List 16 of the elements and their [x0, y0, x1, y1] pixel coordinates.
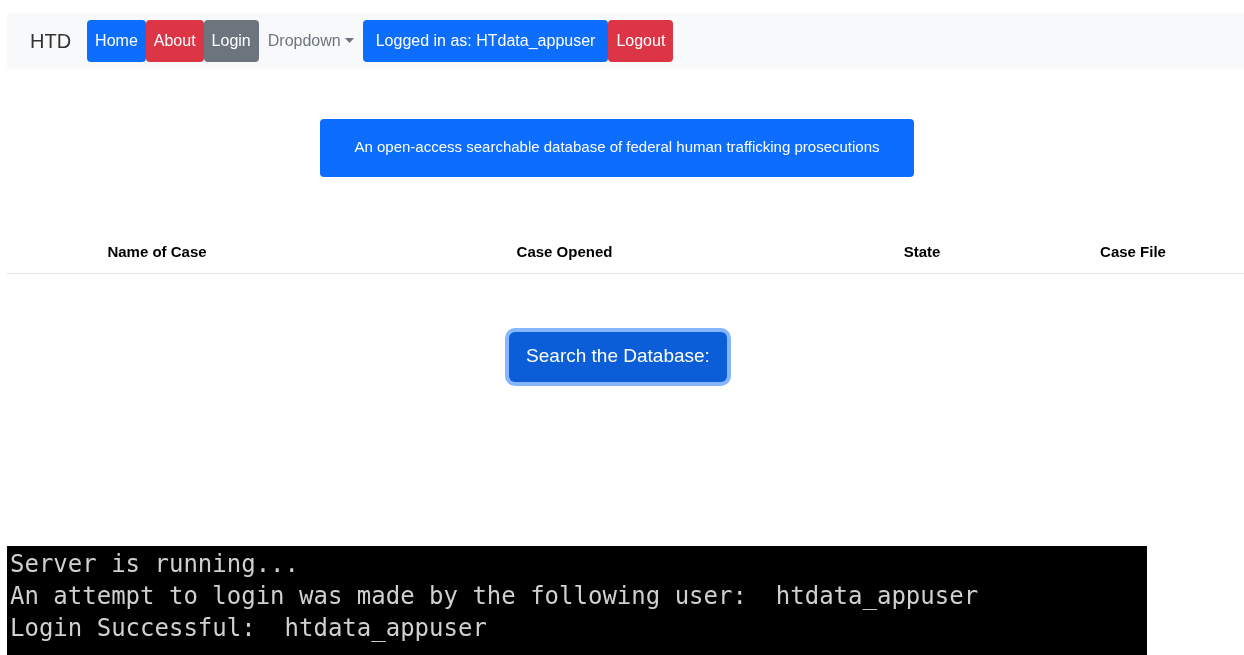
- nav-button[interactable]: Logout: [608, 19, 674, 62]
- dropdown-toggle[interactable]: Dropdown: [258, 19, 363, 62]
- nav-button[interactable]: Login: [203, 19, 259, 62]
- caret-icon: [344, 38, 354, 44]
- nav-button[interactable]: Logged in as: HTdata_appuser: [362, 19, 609, 62]
- column-header: Case Opened: [515, 241, 614, 262]
- console-line: An attempt to login was made by the following user: htdata_appuser: [10, 580, 980, 612]
- console-line: Server is running...: [10, 548, 300, 580]
- brand-logo[interactable]: HTD: [30, 25, 72, 56]
- column-header: Name of Case: [106, 241, 208, 262]
- column-header: Case File: [1099, 241, 1167, 262]
- column-header: State: [902, 241, 942, 262]
- nav-button[interactable]: About: [145, 19, 204, 62]
- nav-button[interactable]: Home: [87, 19, 146, 62]
- console-line: Login Successful: htdata_appuser: [10, 612, 488, 644]
- banner: An open-access searchable database of federal human trafficking prosecutions: [320, 118, 914, 177]
